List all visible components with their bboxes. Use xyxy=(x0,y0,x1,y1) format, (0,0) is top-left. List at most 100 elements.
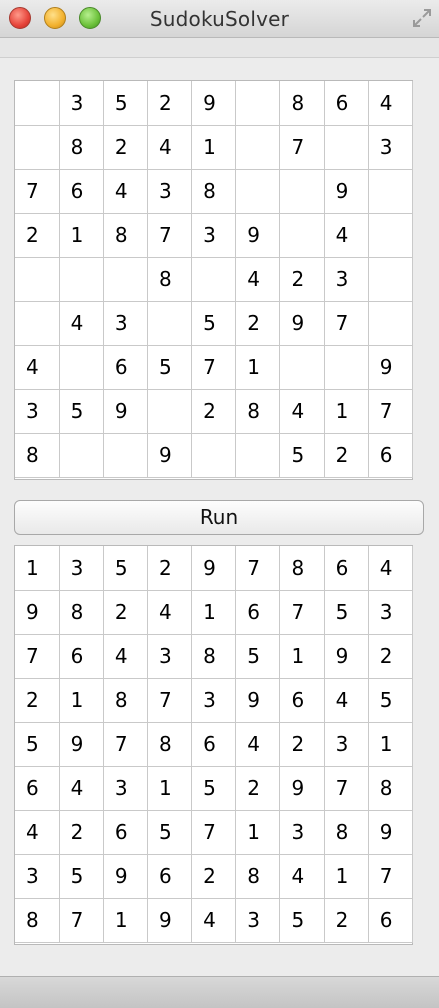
solution-cell[interactable]: 8 xyxy=(323,809,369,855)
input-cell[interactable]: 4 xyxy=(102,168,148,214)
run-button[interactable]: Run xyxy=(14,500,424,535)
solution-cell[interactable]: 4 xyxy=(191,897,237,943)
solution-cell[interactable]: 3 xyxy=(235,897,281,943)
input-cell[interactable]: 7 xyxy=(146,212,193,258)
solution-cell[interactable]: 6 xyxy=(58,633,104,679)
solution-cell[interactable]: 4 xyxy=(102,633,148,679)
input-cell[interactable]: 4 xyxy=(235,256,281,302)
solution-cell[interactable]: 1 xyxy=(191,589,237,635)
input-cell[interactable] xyxy=(235,124,281,170)
input-cell[interactable]: 2 xyxy=(235,300,281,346)
solution-cell[interactable]: 9 xyxy=(146,897,193,943)
input-cell[interactable]: 3 xyxy=(15,388,60,434)
solution-cell[interactable]: 3 xyxy=(102,765,148,811)
solution-cell[interactable]: 3 xyxy=(146,633,193,679)
solution-cell[interactable]: 5 xyxy=(15,721,60,767)
input-cell[interactable]: 8 xyxy=(15,432,60,478)
solution-cell[interactable]: 8 xyxy=(279,546,325,591)
input-cell[interactable] xyxy=(367,300,414,346)
input-cell[interactable] xyxy=(191,256,237,302)
input-cell[interactable]: 9 xyxy=(191,81,237,126)
input-cell[interactable]: 5 xyxy=(279,432,325,478)
input-cell[interactable] xyxy=(191,432,237,478)
solution-cell[interactable]: 7 xyxy=(15,633,60,679)
input-cell[interactable]: 2 xyxy=(323,432,369,478)
solution-cell[interactable]: 6 xyxy=(191,721,237,767)
input-cell[interactable] xyxy=(279,212,325,258)
solution-cell[interactable]: 2 xyxy=(102,589,148,635)
solution-cell[interactable]: 8 xyxy=(191,633,237,679)
solution-cell[interactable]: 9 xyxy=(191,546,237,591)
solution-cell[interactable]: 8 xyxy=(58,589,104,635)
solution-cell[interactable]: 9 xyxy=(15,589,60,635)
solution-cell[interactable]: 6 xyxy=(146,853,193,899)
input-cell[interactable]: 8 xyxy=(58,124,104,170)
input-cell[interactable] xyxy=(102,432,148,478)
solution-cell[interactable]: 5 xyxy=(146,809,193,855)
solution-cell[interactable]: 8 xyxy=(235,853,281,899)
solution-cell[interactable]: 1 xyxy=(146,765,193,811)
input-cell[interactable]: 5 xyxy=(58,388,104,434)
input-cell[interactable]: 2 xyxy=(191,388,237,434)
solution-cell[interactable]: 7 xyxy=(235,546,281,591)
input-cell[interactable]: 3 xyxy=(146,168,193,214)
input-cell[interactable] xyxy=(367,168,414,214)
solution-cell[interactable]: 6 xyxy=(279,677,325,723)
input-cell[interactable]: 7 xyxy=(191,344,237,390)
solution-cell[interactable]: 1 xyxy=(15,546,60,591)
solution-cell[interactable]: 3 xyxy=(58,546,104,591)
input-cell[interactable]: 4 xyxy=(279,388,325,434)
solution-cell[interactable]: 5 xyxy=(102,546,148,591)
solution-cell[interactable]: 5 xyxy=(367,677,414,723)
input-cell[interactable]: 8 xyxy=(279,81,325,126)
solution-cell[interactable]: 8 xyxy=(102,677,148,723)
input-cell[interactable]: 3 xyxy=(191,212,237,258)
input-cell[interactable]: 1 xyxy=(58,212,104,258)
input-cell[interactable]: 9 xyxy=(146,432,193,478)
solution-cell[interactable]: 8 xyxy=(367,765,414,811)
solution-cell[interactable]: 1 xyxy=(323,853,369,899)
input-cell[interactable]: 4 xyxy=(15,344,60,390)
solution-cell[interactable]: 6 xyxy=(235,589,281,635)
solution-cell[interactable]: 4 xyxy=(15,809,60,855)
solution-cell[interactable]: 1 xyxy=(58,677,104,723)
input-cell[interactable]: 1 xyxy=(235,344,281,390)
solution-cell[interactable]: 1 xyxy=(367,721,414,767)
input-cell[interactable] xyxy=(58,432,104,478)
solution-cell[interactable]: 1 xyxy=(279,633,325,679)
input-cell[interactable]: 3 xyxy=(102,300,148,346)
solution-cell[interactable]: 5 xyxy=(191,765,237,811)
input-cell[interactable]: 4 xyxy=(323,212,369,258)
solution-cell[interactable]: 2 xyxy=(367,633,414,679)
solution-cell[interactable]: 9 xyxy=(279,765,325,811)
solution-cell[interactable]: 1 xyxy=(235,809,281,855)
input-cell[interactable]: 4 xyxy=(58,300,104,346)
input-cell[interactable] xyxy=(235,81,281,126)
input-cell[interactable] xyxy=(102,256,148,302)
solution-cell[interactable]: 9 xyxy=(102,853,148,899)
solution-cell[interactable]: 7 xyxy=(367,853,414,899)
solution-cell[interactable]: 3 xyxy=(15,853,60,899)
solution-cell[interactable]: 4 xyxy=(323,677,369,723)
input-cell[interactable]: 2 xyxy=(146,81,193,126)
solution-cell[interactable]: 5 xyxy=(58,853,104,899)
solution-cell[interactable]: 7 xyxy=(58,897,104,943)
solution-cell[interactable]: 6 xyxy=(15,765,60,811)
solution-cell[interactable]: 7 xyxy=(279,589,325,635)
input-cell[interactable] xyxy=(235,168,281,214)
solution-cell[interactable]: 2 xyxy=(279,721,325,767)
input-cell[interactable] xyxy=(279,344,325,390)
solution-cell[interactable]: 3 xyxy=(323,721,369,767)
solution-cell[interactable]: 7 xyxy=(323,765,369,811)
solution-cell[interactable]: 3 xyxy=(279,809,325,855)
solution-cell[interactable]: 2 xyxy=(146,546,193,591)
input-cell[interactable] xyxy=(15,256,60,302)
input-cell[interactable]: 9 xyxy=(323,168,369,214)
solution-cell[interactable]: 9 xyxy=(58,721,104,767)
solution-cell[interactable]: 4 xyxy=(279,853,325,899)
input-cell[interactable] xyxy=(146,388,193,434)
input-cell[interactable]: 6 xyxy=(323,81,369,126)
input-cell[interactable]: 1 xyxy=(191,124,237,170)
solution-cell[interactable]: 6 xyxy=(102,809,148,855)
solution-cell[interactable]: 2 xyxy=(15,677,60,723)
